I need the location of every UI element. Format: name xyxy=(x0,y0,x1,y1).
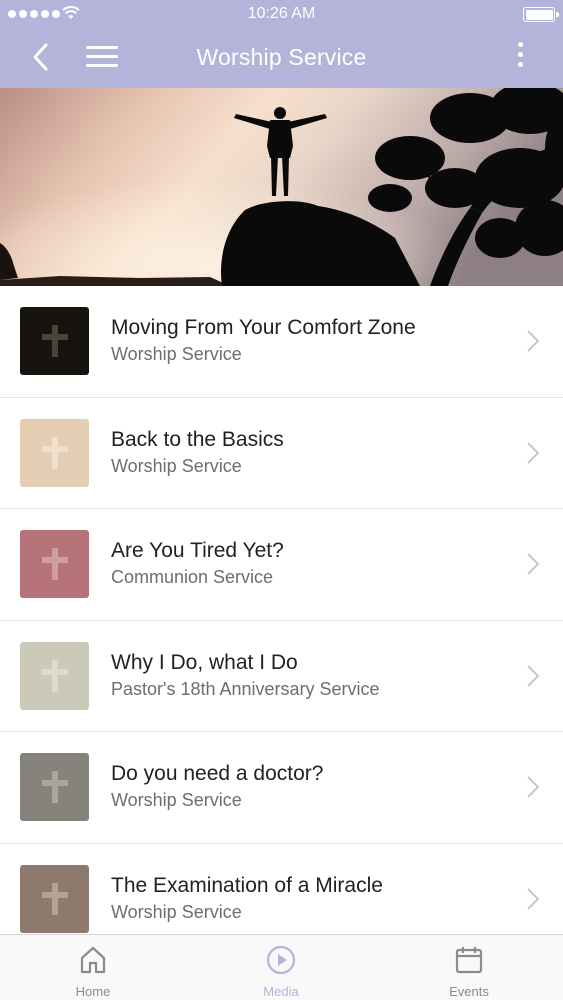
sermon-thumbnail xyxy=(20,753,89,821)
sermon-thumbnail xyxy=(20,530,89,598)
tab-home-label: Home xyxy=(75,984,111,999)
hero-banner-image xyxy=(0,88,563,286)
chevron-right-icon xyxy=(527,664,540,687)
sermon-title: Moving From Your Comfort Zone xyxy=(111,316,416,339)
tab-media-label: Media xyxy=(263,984,299,999)
list-item[interactable]: Back to the Basics Worship Service xyxy=(0,397,563,509)
more-options-button[interactable] xyxy=(510,42,530,74)
sermon-subtitle: Pastor's 18th Anniversary Service xyxy=(111,678,380,699)
sermon-title: Do you need a doctor? xyxy=(111,762,324,785)
tab-media[interactable]: Media xyxy=(221,935,341,1000)
status-bar: 10:26 AM xyxy=(0,0,563,28)
list-item[interactable]: Are You Tired Yet? Communion Service xyxy=(0,509,563,621)
sermon-title: Back to the Basics xyxy=(111,427,284,451)
sermon-thumbnail xyxy=(20,418,89,487)
calendar-icon xyxy=(455,947,483,974)
sermon-subtitle: Communion Service xyxy=(111,567,274,587)
sermon-subtitle: Worship Service xyxy=(111,790,242,810)
status-time: 10:26 AM xyxy=(247,5,316,22)
tab-events-label: Events xyxy=(449,984,489,999)
cross-icon xyxy=(41,659,68,692)
sermon-thumbnail xyxy=(20,641,89,710)
nav-bar: Worship Service xyxy=(0,28,563,88)
tab-events[interactable]: Events xyxy=(409,935,529,1000)
sermon-subtitle: Worship Service xyxy=(111,344,242,364)
sermon-thumbnail xyxy=(20,864,89,933)
sermon-thumbnail xyxy=(20,307,89,375)
cross-icon xyxy=(41,436,68,469)
play-circle-icon xyxy=(266,945,296,975)
cross-icon xyxy=(41,548,68,580)
home-icon xyxy=(80,946,106,974)
chevron-right-icon xyxy=(527,330,540,352)
list-item[interactable]: Do you need a doctor? Worship Service xyxy=(0,732,563,844)
sermon-title: Are You Tired Yet? xyxy=(111,539,284,562)
chevron-right-icon xyxy=(527,887,540,910)
cross-icon xyxy=(41,325,68,357)
cross-icon xyxy=(41,771,68,803)
sermon-subtitle: Worship Service xyxy=(111,901,242,922)
chevron-right-icon xyxy=(527,553,540,575)
tab-home[interactable]: Home xyxy=(33,935,153,1000)
list-item[interactable]: Moving From Your Comfort Zone Worship Se… xyxy=(0,286,563,398)
chevron-right-icon xyxy=(527,776,540,798)
sermon-title: The Examination of a Miracle xyxy=(111,873,383,897)
sermon-list: Moving From Your Comfort Zone Worship Se… xyxy=(0,286,563,955)
sermon-title: Why I Do, what I Do xyxy=(111,650,298,674)
sermon-subtitle: Worship Service xyxy=(111,455,242,476)
cross-icon xyxy=(41,882,68,915)
battery-icon xyxy=(523,7,559,22)
page-title: Worship Service xyxy=(196,44,367,70)
chevron-right-icon xyxy=(527,441,540,464)
list-item[interactable]: Why I Do, what I Do Pastor's 18th Annive… xyxy=(0,620,563,732)
tab-bar: Home Media Events xyxy=(0,934,563,1000)
